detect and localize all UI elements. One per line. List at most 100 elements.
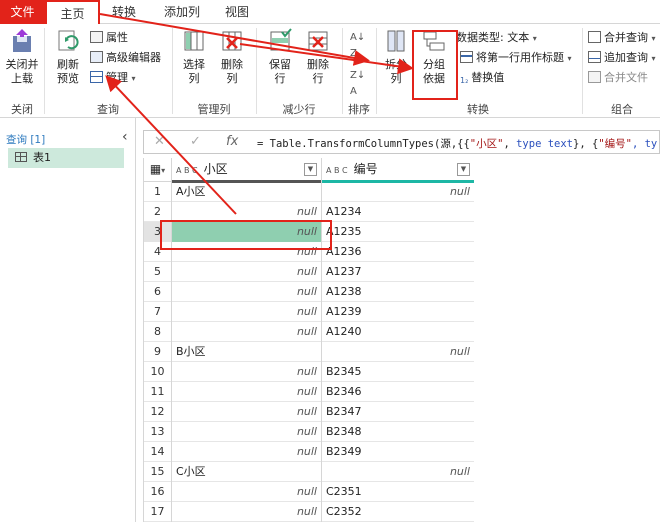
cell-community[interactable]: null	[172, 482, 322, 502]
cell-community[interactable]: null	[172, 362, 322, 382]
group-by-button[interactable]: 分组 依据	[416, 28, 452, 86]
table-row[interactable]: 16 null C2351	[144, 482, 474, 502]
cell-id[interactable]: B2346	[322, 382, 474, 402]
properties-button[interactable]: 属性	[90, 30, 128, 46]
row-number[interactable]: 2	[144, 202, 172, 222]
row-number[interactable]: 1	[144, 182, 172, 202]
cell-community[interactable]: null	[172, 322, 322, 342]
cell-id[interactable]: B2348	[322, 422, 474, 442]
column-header-community[interactable]: A B C 小区 ▼	[172, 158, 322, 183]
split-column-button[interactable]: 拆分 列	[380, 28, 412, 86]
sort-descending-button[interactable]: Z↓ A	[350, 68, 365, 100]
row-number[interactable]: 15	[144, 462, 172, 482]
query-item-table1[interactable]: 表1	[8, 148, 124, 168]
refresh-preview-button[interactable]: 刷新 预览	[48, 28, 88, 86]
cell-id[interactable]: B2349	[322, 442, 474, 462]
table-row[interactable]: 7 null A1239	[144, 302, 474, 322]
row-number[interactable]: 13	[144, 422, 172, 442]
table-menu-icon[interactable]: ▦▾	[144, 158, 172, 182]
tab-add-column[interactable]: 添加列	[156, 0, 208, 24]
cell-community[interactable]: null	[172, 302, 322, 322]
remove-columns-button[interactable]: 删除 列	[214, 28, 250, 86]
row-number[interactable]: 10	[144, 362, 172, 382]
cell-id[interactable]: C2351	[322, 482, 474, 502]
row-number[interactable]: 9	[144, 342, 172, 362]
replace-values-button[interactable]: 1₂ 替换值	[460, 70, 504, 86]
row-number[interactable]: 6	[144, 282, 172, 302]
row-number[interactable]: 8	[144, 322, 172, 342]
table-row[interactable]: 14 null B2349	[144, 442, 474, 462]
table-row[interactable]: 15 C小区 null	[144, 462, 474, 482]
cell-id[interactable]: C2352	[322, 502, 474, 522]
table-row[interactable]: 10 null B2345	[144, 362, 474, 382]
cell-id[interactable]: A1235	[322, 222, 474, 242]
combine-files-button[interactable]: 合并文件	[588, 70, 648, 86]
cell-id[interactable]: B2347	[322, 402, 474, 422]
data-type-dropdown[interactable]: 数据类型: 文本 ▾	[456, 30, 537, 47]
table-row[interactable]: 17 null C2352	[144, 502, 474, 522]
keep-rows-button[interactable]: 保留 行	[262, 28, 298, 86]
use-first-row-as-headers-button[interactable]: 将第一行用作标题 ▾	[460, 50, 572, 67]
cancel-formula-icon[interactable]: ✕	[154, 134, 165, 149]
cell-id[interactable]: null	[322, 462, 474, 482]
advanced-editor-button[interactable]: 高级编辑器	[90, 50, 161, 66]
choose-columns-button[interactable]: 选择 列	[176, 28, 212, 86]
sort-ascending-button[interactable]: A↓ Z	[350, 30, 365, 62]
close-load-button[interactable]: 关闭并 上载	[2, 28, 42, 86]
cell-id[interactable]: A1234	[322, 202, 474, 222]
tab-view[interactable]: 视图	[218, 0, 256, 24]
cell-community[interactable]: null	[172, 282, 322, 302]
table-row[interactable]: 1 A小区 null	[144, 182, 474, 202]
cell-community[interactable]: B小区	[172, 342, 322, 362]
cell-id[interactable]: null	[322, 342, 474, 362]
table-row[interactable]: 11 null B2346	[144, 382, 474, 402]
row-number[interactable]: 12	[144, 402, 172, 422]
merge-queries-button[interactable]: 合并查询 ▾	[588, 30, 656, 47]
column-header-id[interactable]: A B C 编号 ▼	[322, 158, 474, 183]
cell-id[interactable]: A1240	[322, 322, 474, 342]
tab-home[interactable]: 主页	[45, 0, 100, 25]
table-row[interactable]: 5 null A1237	[144, 262, 474, 282]
row-number[interactable]: 11	[144, 382, 172, 402]
cell-community[interactable]: C小区	[172, 462, 322, 482]
append-queries-button[interactable]: 追加查询 ▾	[588, 50, 656, 67]
cell-community[interactable]: null	[172, 262, 322, 282]
cell-community[interactable]: A小区	[172, 182, 322, 202]
table-row[interactable]: 3 null A1235	[144, 222, 474, 242]
table-row[interactable]: 12 null B2347	[144, 402, 474, 422]
cell-community[interactable]: null	[172, 202, 322, 222]
tab-file[interactable]: 文件	[0, 0, 45, 24]
table-row[interactable]: 6 null A1238	[144, 282, 474, 302]
cell-community[interactable]: null	[172, 382, 322, 402]
column-filter-icon[interactable]: ▼	[304, 163, 317, 176]
tab-transform[interactable]: 转换	[104, 0, 144, 24]
remove-rows-button[interactable]: 删除 行	[300, 28, 336, 86]
row-number[interactable]: 7	[144, 302, 172, 322]
cell-community[interactable]: null	[172, 242, 322, 262]
row-number[interactable]: 4	[144, 242, 172, 262]
collapse-pane-icon[interactable]: ‹	[122, 129, 128, 145]
cell-id[interactable]: A1238	[322, 282, 474, 302]
column-filter-icon[interactable]: ▼	[457, 163, 470, 176]
row-number[interactable]: 16	[144, 482, 172, 502]
row-number[interactable]: 17	[144, 502, 172, 522]
cell-community[interactable]: null	[172, 222, 322, 242]
commit-formula-icon[interactable]: ✓	[190, 134, 201, 149]
row-number[interactable]: 14	[144, 442, 172, 462]
fx-icon[interactable]: fx	[226, 134, 238, 149]
cell-id[interactable]: A1236	[322, 242, 474, 262]
row-number[interactable]: 3	[144, 222, 172, 242]
table-row[interactable]: 2 null A1234	[144, 202, 474, 222]
cell-id[interactable]: A1237	[322, 262, 474, 282]
cell-community[interactable]: null	[172, 502, 322, 522]
cell-id[interactable]: B2345	[322, 362, 474, 382]
table-row[interactable]: 9 B小区 null	[144, 342, 474, 362]
cell-community[interactable]: null	[172, 422, 322, 442]
formula-input[interactable]: = Table.TransformColumnTypes(源,{{"小区", t…	[257, 136, 657, 151]
cell-id[interactable]: null	[322, 182, 474, 202]
cell-community[interactable]: null	[172, 442, 322, 462]
cell-id[interactable]: A1239	[322, 302, 474, 322]
table-row[interactable]: 13 null B2348	[144, 422, 474, 442]
table-row[interactable]: 4 null A1236	[144, 242, 474, 262]
row-number[interactable]: 5	[144, 262, 172, 282]
